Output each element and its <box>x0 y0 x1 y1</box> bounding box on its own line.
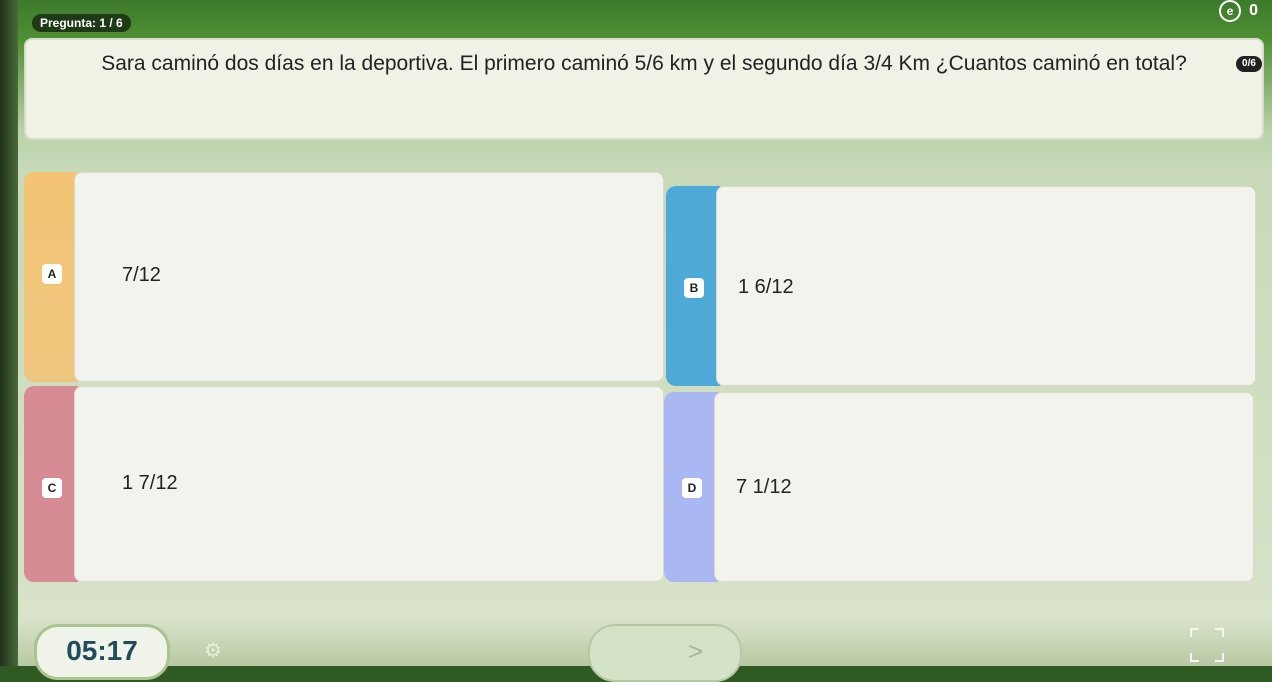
eraser-icon[interactable]: e <box>1219 0 1242 22</box>
option-c[interactable]: C 1 7/12 <box>24 386 664 582</box>
progress-badge: 0/6 <box>1236 56 1262 72</box>
fullscreen-icon[interactable] <box>1190 628 1224 662</box>
question-box: Sara caminó dos días en la deportiva. El… <box>24 38 1264 140</box>
option-b-text: 1 6/12 <box>738 276 794 298</box>
option-a-letter: A <box>42 264 62 284</box>
option-a[interactable]: A 7/12 <box>24 172 664 382</box>
option-b-panel <box>716 186 1256 386</box>
option-a-text: 7/12 <box>122 264 161 286</box>
option-d-text: 7 1/12 <box>736 476 792 498</box>
question-counter: Pregunta: 1 / 6 <box>32 14 131 32</box>
option-a-panel <box>74 172 664 382</box>
sliders-icon[interactable]: ⚙ <box>204 638 222 663</box>
option-d[interactable]: D 7 1/12 <box>664 392 1254 582</box>
option-d-panel <box>714 392 1254 582</box>
option-b-letter: B <box>684 278 704 298</box>
screen-bezel <box>0 0 18 666</box>
timer: 05:17 <box>34 624 170 680</box>
next-button[interactable] <box>588 624 742 682</box>
score-value: 0 <box>1249 2 1258 19</box>
option-b[interactable]: B 1 6/12 <box>666 186 1256 386</box>
next-arrow-icon: > <box>688 636 704 666</box>
score-area: e 0 <box>1219 0 1258 22</box>
option-c-letter: C <box>42 478 62 498</box>
option-d-letter: D <box>682 478 702 498</box>
question-text: Sara caminó dos días en la deportiva. El… <box>101 52 1187 75</box>
option-c-text: 1 7/12 <box>122 472 178 494</box>
